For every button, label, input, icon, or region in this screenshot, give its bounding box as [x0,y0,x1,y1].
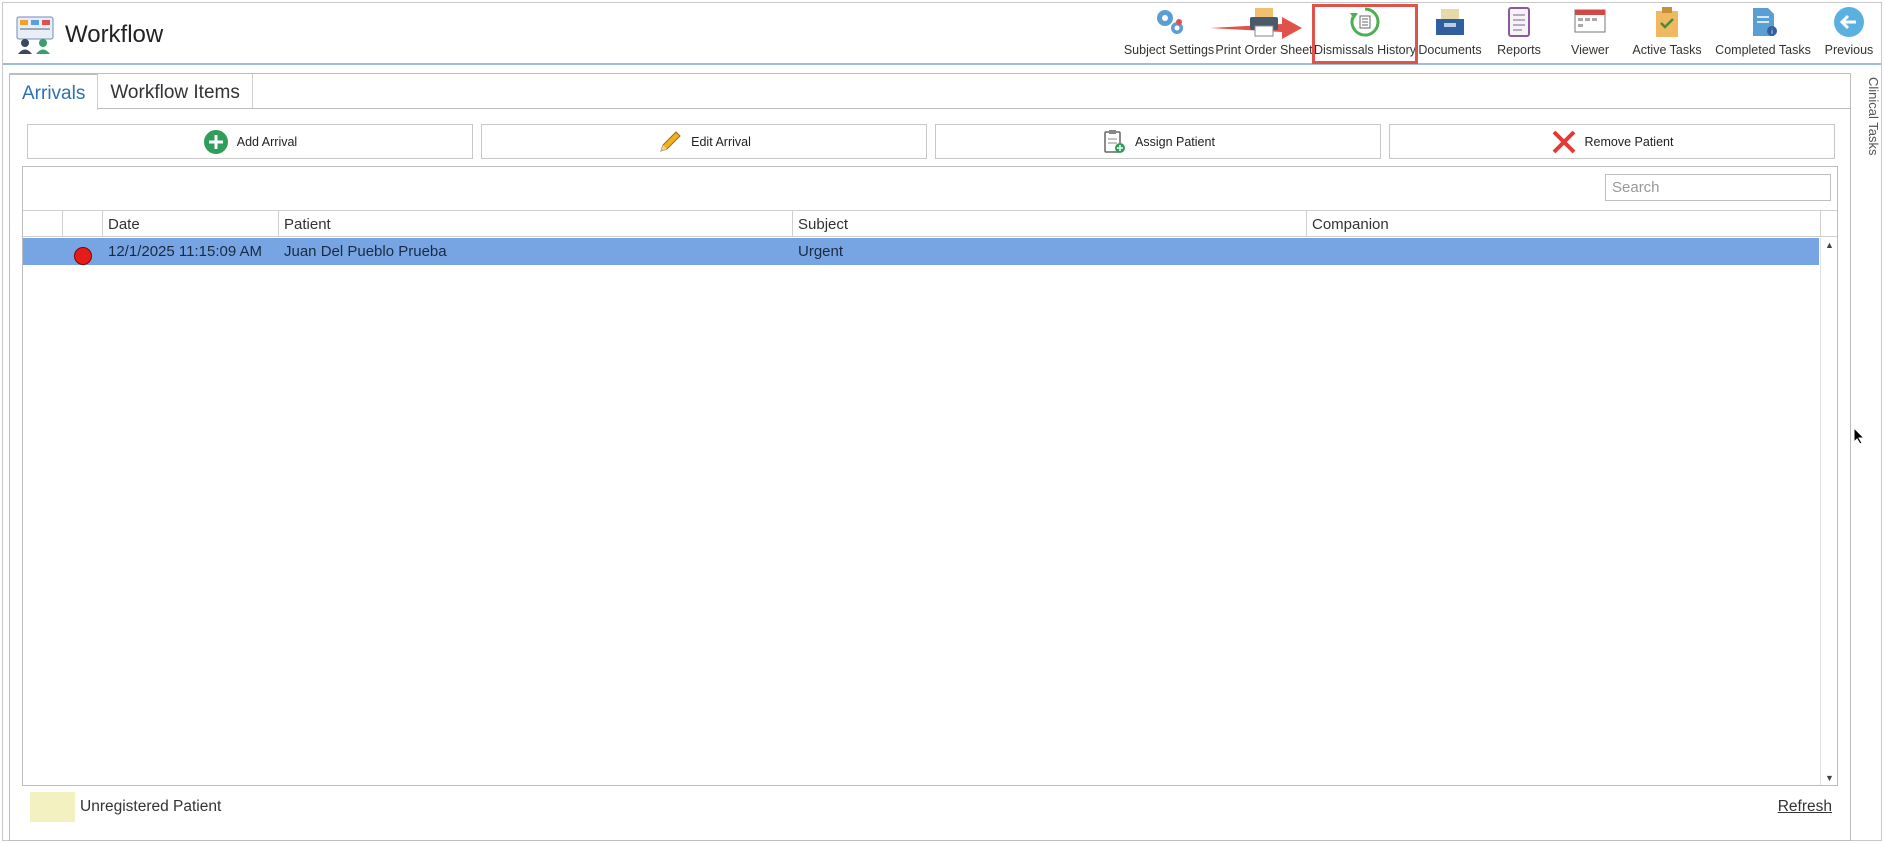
edit-arrival-button[interactable]: Edit Arrival [481,124,927,159]
add-arrival-label: Add Arrival [236,134,298,149]
row-selector[interactable] [23,238,63,265]
print-order-sheet-label: Print Order Sheet [1215,43,1313,57]
arrivals-panel: Arrivals Workflow Items Add Arrival Edit… [9,73,1851,841]
clipboard-add-icon [1101,129,1127,155]
completed-tasks-label: Completed Tasks [1715,43,1811,57]
completed-document-icon: i [1746,5,1780,39]
status-cell [63,238,103,265]
scroll-up-icon[interactable]: ▲ [1825,240,1834,250]
search-input[interactable] [1605,174,1831,201]
reports-label: Reports [1497,43,1541,57]
column-header-subject[interactable]: Subject [793,211,1307,237]
action-bar: Add Arrival Edit Arrival Assign Patient … [27,124,1835,159]
tab-strip: Arrivals Workflow Items [9,74,253,110]
plus-circle-icon [203,129,229,155]
arrivals-grid: Date Patient Subject Companion 12/1/2025… [22,166,1838,786]
back-arrow-icon [1832,5,1866,39]
companion-cell [1307,238,1819,265]
refresh-link[interactable]: Refresh [1778,798,1832,816]
subject-cell: Urgent [798,243,844,260]
viewer-label: Viewer [1571,43,1609,57]
vertical-scrollbar[interactable]: ▲ ▼ [1820,238,1837,785]
dismissals-history-button[interactable]: Dismissals History [1312,4,1418,64]
history-icon [1348,5,1382,39]
page-title: Workflow [65,21,164,48]
grid-header: Date Patient Subject Companion [23,210,1837,237]
workflow-app-icon [16,16,54,54]
column-header-companion[interactable]: Companion [1307,211,1821,237]
date-cell: 12/1/2025 11:15:09 AM [108,243,263,260]
documents-button[interactable]: Documents [1417,5,1483,63]
dismissals-history-label: Dismissals History [1313,43,1417,57]
subject-settings-label: Subject Settings [1123,43,1215,57]
column-header-date[interactable]: Date [103,211,279,237]
previous-button[interactable]: Previous [1817,5,1881,63]
report-clipboard-icon [1502,5,1536,39]
workflow-window: Workflow Subject Settings Print Order Sh… [2,2,1882,841]
header-bar: Workflow Subject Settings Print Order Sh… [3,3,1881,65]
previous-label: Previous [1824,43,1874,57]
main-toolbar: Subject Settings Print Order Sheet Dismi… [1123,4,1881,64]
documents-label: Documents [1418,43,1482,57]
clinical-tasks-side-tab[interactable]: Clinical Tasks [1851,69,1881,189]
legend-label: Unregistered Patient [80,798,222,815]
tab-arrivals[interactable]: Arrivals [9,74,99,110]
mouse-cursor-icon [1853,427,1865,445]
unregistered-patient-swatch [30,792,75,822]
red-x-icon [1551,129,1577,155]
add-arrival-button[interactable]: Add Arrival [27,124,473,159]
red-status-dot-icon [74,247,92,265]
active-tasks-label: Active Tasks [1632,43,1702,57]
edit-arrival-label: Edit Arrival [691,134,751,149]
column-header-status[interactable] [63,211,103,237]
remove-patient-label: Remove Patient [1584,134,1674,149]
pencil-icon [657,129,683,155]
print-order-sheet-button[interactable]: Print Order Sheet [1215,5,1313,63]
document-tray-icon [1433,5,1467,39]
viewer-button[interactable]: Viewer [1555,5,1625,63]
tab-divider [98,108,1850,109]
subject-settings-button[interactable]: Subject Settings [1123,5,1215,63]
calendar-viewer-icon [1573,5,1607,39]
gears-icon [1152,5,1186,39]
remove-patient-button[interactable]: Remove Patient [1389,124,1835,159]
active-tasks-button[interactable]: Active Tasks [1625,5,1709,63]
reports-button[interactable]: Reports [1483,5,1555,63]
assign-patient-label: Assign Patient [1135,134,1215,149]
printer-icon [1247,5,1281,39]
completed-tasks-button[interactable]: i Completed Tasks [1709,5,1817,63]
table-row[interactable]: 12/1/2025 11:15:09 AM Juan Del Pueblo Pr… [23,238,1819,265]
scroll-down-icon[interactable]: ▼ [1825,773,1834,783]
task-box-icon [1650,5,1684,39]
assign-patient-button[interactable]: Assign Patient [935,124,1381,159]
column-header-select[interactable] [23,211,63,237]
patient-cell: Juan Del Pueblo Prueba [284,243,447,260]
tab-workflow-items[interactable]: Workflow Items [98,74,253,109]
column-header-patient[interactable]: Patient [279,211,793,237]
